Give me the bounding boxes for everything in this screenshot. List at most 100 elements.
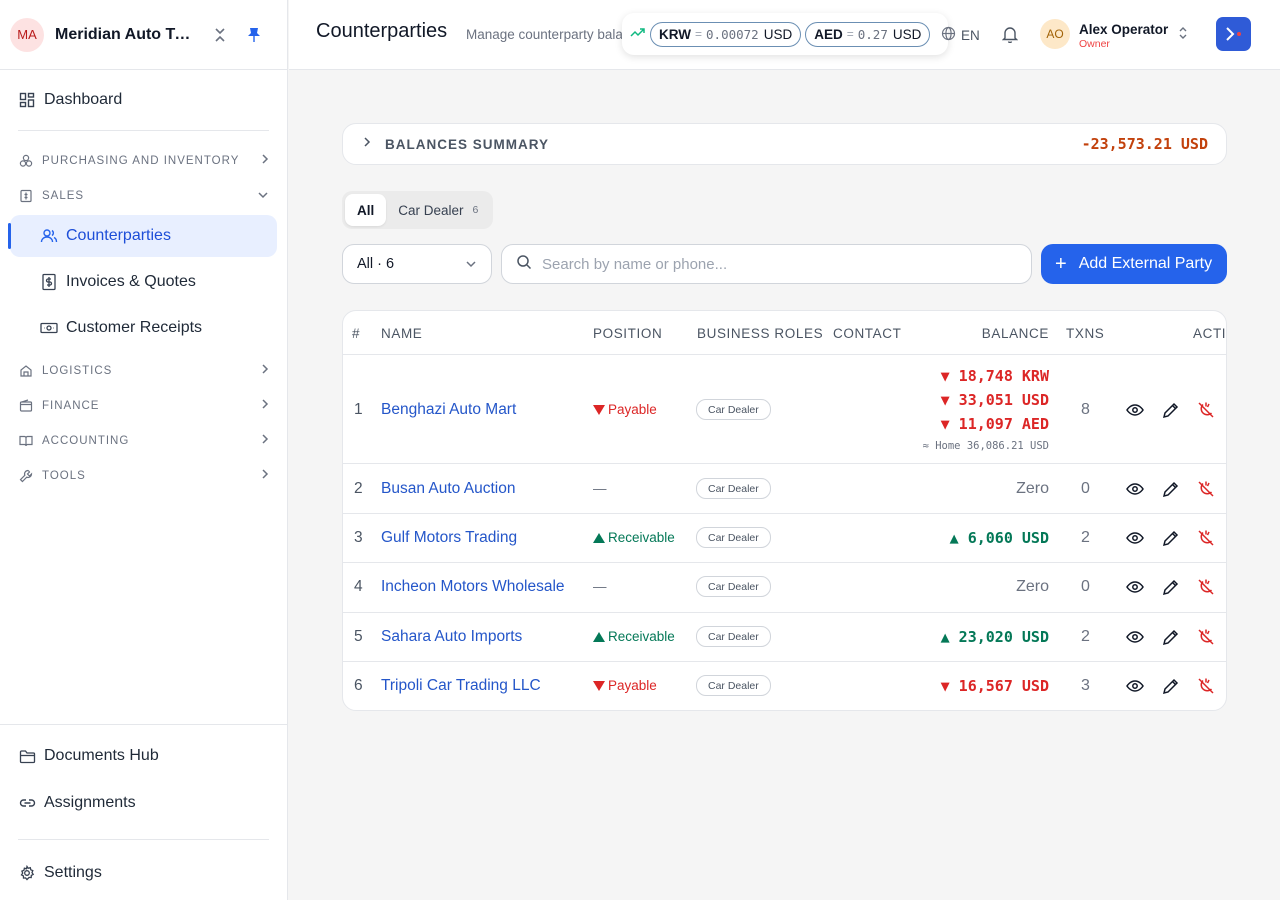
nav-documents-hub[interactable]: Documents Hub: [18, 744, 269, 768]
row-num: 6: [354, 677, 363, 694]
pencil-icon[interactable]: [1160, 676, 1180, 696]
sidebar-item-invoices[interactable]: Invoices & Quotes: [10, 261, 277, 303]
nav-settings[interactable]: Settings: [18, 861, 269, 885]
position-filter-select[interactable]: All · 6: [342, 244, 492, 284]
search-box: [501, 244, 1032, 284]
section-logistics[interactable]: LOGISTICS: [0, 353, 287, 388]
tab-all[interactable]: All: [345, 194, 387, 226]
sidebar-item-label: Invoices & Quotes: [66, 273, 196, 290]
link-icon: [18, 794, 36, 812]
row-num: 1: [354, 401, 363, 418]
unlink-icon[interactable]: [1196, 400, 1216, 420]
eye-icon[interactable]: [1125, 400, 1145, 420]
pencil-icon[interactable]: [1160, 627, 1180, 647]
sidebar-item-receipts[interactable]: Customer Receipts: [10, 307, 277, 349]
chevron-right-icon: [261, 363, 269, 378]
eye-icon[interactable]: [1125, 577, 1145, 597]
rate-unit: USD: [892, 26, 922, 42]
chevron-right-icon: [261, 468, 269, 483]
position-label: Payable: [608, 402, 657, 417]
collapse-icon[interactable]: [211, 26, 229, 44]
rate-pill-aed[interactable]: AED = 0.27 USD: [805, 21, 931, 47]
sidebar-item-counterparties[interactable]: Counterparties: [8, 215, 277, 257]
org-name[interactable]: Meridian Auto Trading: [55, 26, 195, 44]
rate-value: 0.27: [857, 26, 888, 42]
balance-amount: ▼ 11,097 AED: [940, 415, 1049, 433]
eye-icon[interactable]: [1125, 676, 1145, 696]
table-row[interactable]: 1 Benghazi Auto Mart Payable Car Dealer …: [343, 355, 1226, 464]
role-chip: Car Dealer: [696, 675, 771, 696]
role-chip: Car Dealer: [696, 527, 771, 548]
party-name-link[interactable]: Sahara Auto Imports: [381, 628, 522, 646]
party-name-link[interactable]: Tripoli Car Trading LLC: [381, 677, 541, 695]
position-label: —: [593, 579, 607, 594]
rate-pill-krw[interactable]: KRW = 0.00072 USD: [650, 21, 802, 47]
balances-summary[interactable]: BALANCES SUMMARY -23,573.21 USD: [342, 123, 1227, 165]
pencil-icon[interactable]: [1160, 577, 1180, 597]
party-name-link[interactable]: Gulf Motors Trading: [381, 529, 517, 547]
chevron-down-icon: [257, 190, 269, 202]
eye-icon[interactable]: [1125, 627, 1145, 647]
pencil-icon[interactable]: [1160, 528, 1180, 548]
add-external-party-button[interactable]: + Add External Party: [1041, 244, 1227, 284]
unlink-icon[interactable]: [1196, 627, 1216, 647]
party-name-link[interactable]: Incheon Motors Wholesale: [381, 578, 565, 596]
bell-icon[interactable]: [1001, 25, 1020, 44]
nav-dashboard[interactable]: Dashboard: [18, 88, 269, 112]
app-launcher-button[interactable]: [1216, 17, 1251, 51]
eye-icon[interactable]: [1125, 479, 1145, 499]
exchange-rates-widget[interactable]: KRW = 0.00072 USD AED = 0.27 USD: [622, 13, 948, 55]
book-icon: [18, 433, 34, 449]
unlink-icon[interactable]: [1196, 676, 1216, 696]
pencil-icon[interactable]: [1160, 479, 1180, 499]
table-row[interactable]: 6 Tripoli Car Trading LLC Payable Car De…: [343, 662, 1226, 710]
language-switcher[interactable]: EN: [941, 26, 980, 44]
section-purchasing[interactable]: PURCHASING AND INVENTORY: [0, 143, 287, 178]
nav-dashboard-label: Dashboard: [44, 91, 123, 108]
user-avatar[interactable]: AO: [1040, 19, 1070, 49]
unlink-icon[interactable]: [1196, 479, 1216, 499]
nav-label: Settings: [44, 864, 102, 881]
up-triangle-icon: [593, 532, 605, 543]
table-row[interactable]: 4 Incheon Motors Wholesale — Car Dealer …: [343, 563, 1226, 613]
table-row[interactable]: 3 Gulf Motors Trading Receivable Car Dea…: [343, 514, 1226, 563]
user-name[interactable]: Alex Operator: [1079, 22, 1168, 37]
search-input[interactable]: [542, 255, 1002, 273]
unlink-icon[interactable]: [1196, 577, 1216, 597]
eye-icon[interactable]: [1125, 528, 1145, 548]
col-txns[interactable]: TXNS: [1066, 326, 1104, 341]
nav-assignments[interactable]: Assignments: [18, 791, 269, 815]
col-name[interactable]: NAME: [381, 326, 422, 341]
globe-icon: [941, 26, 956, 44]
col-num: #: [352, 326, 361, 341]
down-triangle-icon: [593, 404, 605, 415]
section-finance[interactable]: FINANCE: [0, 388, 287, 423]
section-label: PURCHASING AND INVENTORY: [42, 154, 240, 167]
col-balance[interactable]: BALANCE: [982, 326, 1049, 341]
section-tools[interactable]: TOOLS: [0, 458, 287, 493]
table-header: # NAME POSITION BUSINESS ROLES CONTACT B…: [343, 311, 1226, 355]
pencil-icon[interactable]: [1160, 400, 1180, 420]
pin-icon[interactable]: [245, 26, 263, 44]
wallet-icon: [18, 398, 34, 414]
rate-eq: =: [695, 27, 703, 41]
party-name-link[interactable]: Benghazi Auto Mart: [381, 401, 516, 419]
section-label: FINANCE: [42, 399, 100, 412]
org-avatar[interactable]: MA: [10, 17, 44, 52]
col-roles: BUSINESS ROLES: [697, 326, 824, 341]
table-row[interactable]: 5 Sahara Auto Imports Receivable Car Dea…: [343, 613, 1226, 662]
chevron-updown-icon[interactable]: [1178, 26, 1188, 45]
position-badge: —: [593, 579, 607, 594]
section-sales[interactable]: SALES: [0, 178, 287, 213]
page-title: Counterparties: [316, 20, 448, 42]
tab-label: All: [357, 202, 375, 218]
section-accounting[interactable]: ACCOUNTING: [0, 423, 287, 458]
col-position[interactable]: POSITION: [593, 326, 662, 341]
unlink-icon[interactable]: [1196, 528, 1216, 548]
party-name-link[interactable]: Busan Auto Auction: [381, 480, 515, 498]
tab-car-dealer[interactable]: Car Dealer 6: [386, 194, 490, 226]
txn-count: 0: [1081, 578, 1090, 595]
row-num: 2: [354, 480, 363, 497]
table-row[interactable]: 2 Busan Auto Auction — Car Dealer Zero 0: [343, 464, 1226, 514]
rate-eq: =: [846, 27, 854, 41]
